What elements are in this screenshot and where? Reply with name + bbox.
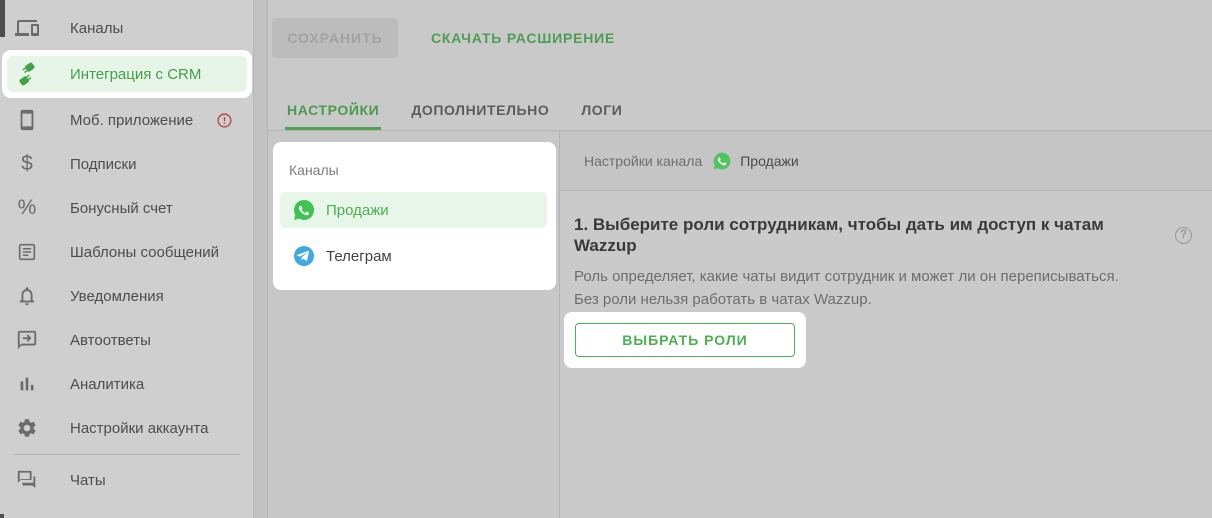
left-scrollbar-end bbox=[0, 514, 4, 518]
tab-bar: НАСТРОЙКИ ДОПОЛНИТЕЛЬНО ЛОГИ bbox=[285, 102, 624, 130]
sidebar-item-auto-replies[interactable]: Автоответы bbox=[0, 318, 253, 362]
channel-settings-header-label: Настройки канала bbox=[584, 153, 702, 169]
sidebar-item-mobile-app[interactable]: Моб. приложение bbox=[0, 98, 253, 142]
sidebar-item-label: Настройки аккаунта bbox=[70, 420, 209, 437]
sidebar-item-analytics[interactable]: Аналитика bbox=[0, 362, 253, 406]
auto-reply-icon bbox=[14, 328, 40, 352]
left-scrollbar-thumb[interactable] bbox=[0, 0, 5, 37]
step-section: 1. Выберите роли сотрудникам, чтобы дать… bbox=[560, 191, 1212, 368]
step-description-line2: Без роли нельзя работать в чатах Wazzup. bbox=[574, 288, 1192, 311]
sidebar-item-label: Интеграция с CRM bbox=[70, 66, 201, 83]
channels-panel-spotlight: Каналы Продажи Телеграм bbox=[273, 142, 556, 290]
sidebar-item-label: Подписки bbox=[70, 156, 137, 173]
sidebar-item-subscriptions[interactable]: $ Подписки bbox=[0, 142, 253, 186]
step-title: 1. Выберите роли сотрудникам, чтобы дать… bbox=[574, 214, 1192, 256]
sidebar-item-label: Каналы bbox=[70, 20, 123, 37]
sidebar-item-label: Моб. приложение bbox=[70, 112, 193, 129]
save-button[interactable]: СОХРАНИТЬ bbox=[272, 18, 398, 58]
sidebar-item-bonus-account[interactable]: % Бонусный счет bbox=[0, 186, 253, 230]
channels-panel-title: Каналы bbox=[273, 142, 556, 178]
content-area: Каналы Продажи Телеграм bbox=[268, 131, 1212, 518]
download-extension-button[interactable]: СКАЧАТЬ РАСШИРЕНИЕ bbox=[425, 18, 621, 58]
choose-roles-spotlight: ВЫБРАТЬ РОЛИ bbox=[564, 312, 806, 368]
channel-item-sales[interactable]: Продажи bbox=[280, 192, 547, 228]
sidebar-item-crm-integration[interactable]: Интеграция с CRM bbox=[7, 56, 247, 92]
devices-icon bbox=[14, 16, 40, 40]
sidebar-item-channels[interactable]: Каналы bbox=[0, 6, 253, 50]
tab-additional[interactable]: ДОПОЛНИТЕЛЬНО bbox=[409, 102, 551, 130]
wazzup-app: Каналы Интеграция с CRM Моб. приложение … bbox=[0, 0, 1212, 518]
crm-spotlight: Интеграция с CRM bbox=[2, 50, 252, 98]
template-icon bbox=[14, 240, 40, 264]
sidebar-divider bbox=[13, 454, 240, 455]
sidebar-item-label: Уведомления bbox=[70, 288, 164, 305]
sidebar-item-message-templates[interactable]: Шаблоны сообщений bbox=[0, 230, 253, 274]
step-description-line1: Роль определяет, какие чаты видит сотруд… bbox=[574, 265, 1192, 288]
main-area: СОХРАНИТЬ СКАЧАТЬ РАСШИРЕНИЕ НАСТРОЙКИ Д… bbox=[268, 0, 1212, 518]
step-title-text: 1. Выберите роли сотрудникам, чтобы дать… bbox=[574, 214, 1165, 256]
choose-roles-button[interactable]: ВЫБРАТЬ РОЛИ bbox=[575, 323, 795, 357]
toolbar: СОХРАНИТЬ СКАЧАТЬ РАСШИРЕНИЕ НАСТРОЙКИ Д… bbox=[268, 0, 1212, 131]
sidebar-scrollbar-track[interactable] bbox=[253, 0, 268, 518]
sidebar-item-label: Бонусный счет bbox=[70, 200, 173, 217]
whatsapp-icon bbox=[292, 198, 316, 222]
smartphone-icon bbox=[14, 108, 40, 132]
channel-settings-header: Настройки канала Продажи bbox=[560, 131, 1212, 191]
sidebar-item-label: Шаблоны сообщений bbox=[70, 244, 219, 261]
channel-settings-channel-name: Продажи bbox=[740, 153, 798, 169]
sidebar-item-chats[interactable]: Чаты bbox=[0, 458, 253, 502]
whatsapp-icon bbox=[712, 151, 732, 171]
channels-column: Каналы Продажи Телеграм bbox=[268, 131, 560, 518]
channel-settings-panel: Настройки канала Продажи 1. Выберите рол… bbox=[560, 131, 1212, 518]
sidebar-item-label: Чаты bbox=[70, 472, 106, 489]
tab-logs[interactable]: ЛОГИ bbox=[579, 102, 624, 130]
channel-name: Продажи bbox=[326, 202, 389, 219]
tab-settings[interactable]: НАСТРОЙКИ bbox=[285, 102, 381, 130]
sidebar-item-account-settings[interactable]: Настройки аккаунта bbox=[0, 406, 253, 450]
channel-item-telegram[interactable]: Телеграм bbox=[280, 238, 547, 274]
sidebar-item-label: Аналитика bbox=[70, 376, 144, 393]
help-icon[interactable]: ? bbox=[1175, 227, 1192, 244]
plug-icon bbox=[14, 62, 40, 86]
chats-icon bbox=[14, 468, 40, 492]
sidebar: Каналы Интеграция с CRM Моб. приложение … bbox=[0, 0, 253, 518]
step-description: Роль определяет, какие чаты видит сотруд… bbox=[574, 265, 1192, 311]
channel-name: Телеграм bbox=[326, 248, 392, 265]
analytics-icon bbox=[14, 372, 40, 396]
warning-icon bbox=[216, 112, 233, 129]
bell-icon bbox=[14, 284, 40, 308]
dollar-icon: $ bbox=[14, 152, 40, 176]
telegram-icon bbox=[292, 244, 316, 268]
sidebar-item-notifications[interactable]: Уведомления bbox=[0, 274, 253, 318]
sidebar-item-label: Автоответы bbox=[70, 332, 151, 349]
percent-icon: % bbox=[14, 196, 40, 220]
gear-icon bbox=[14, 416, 40, 440]
